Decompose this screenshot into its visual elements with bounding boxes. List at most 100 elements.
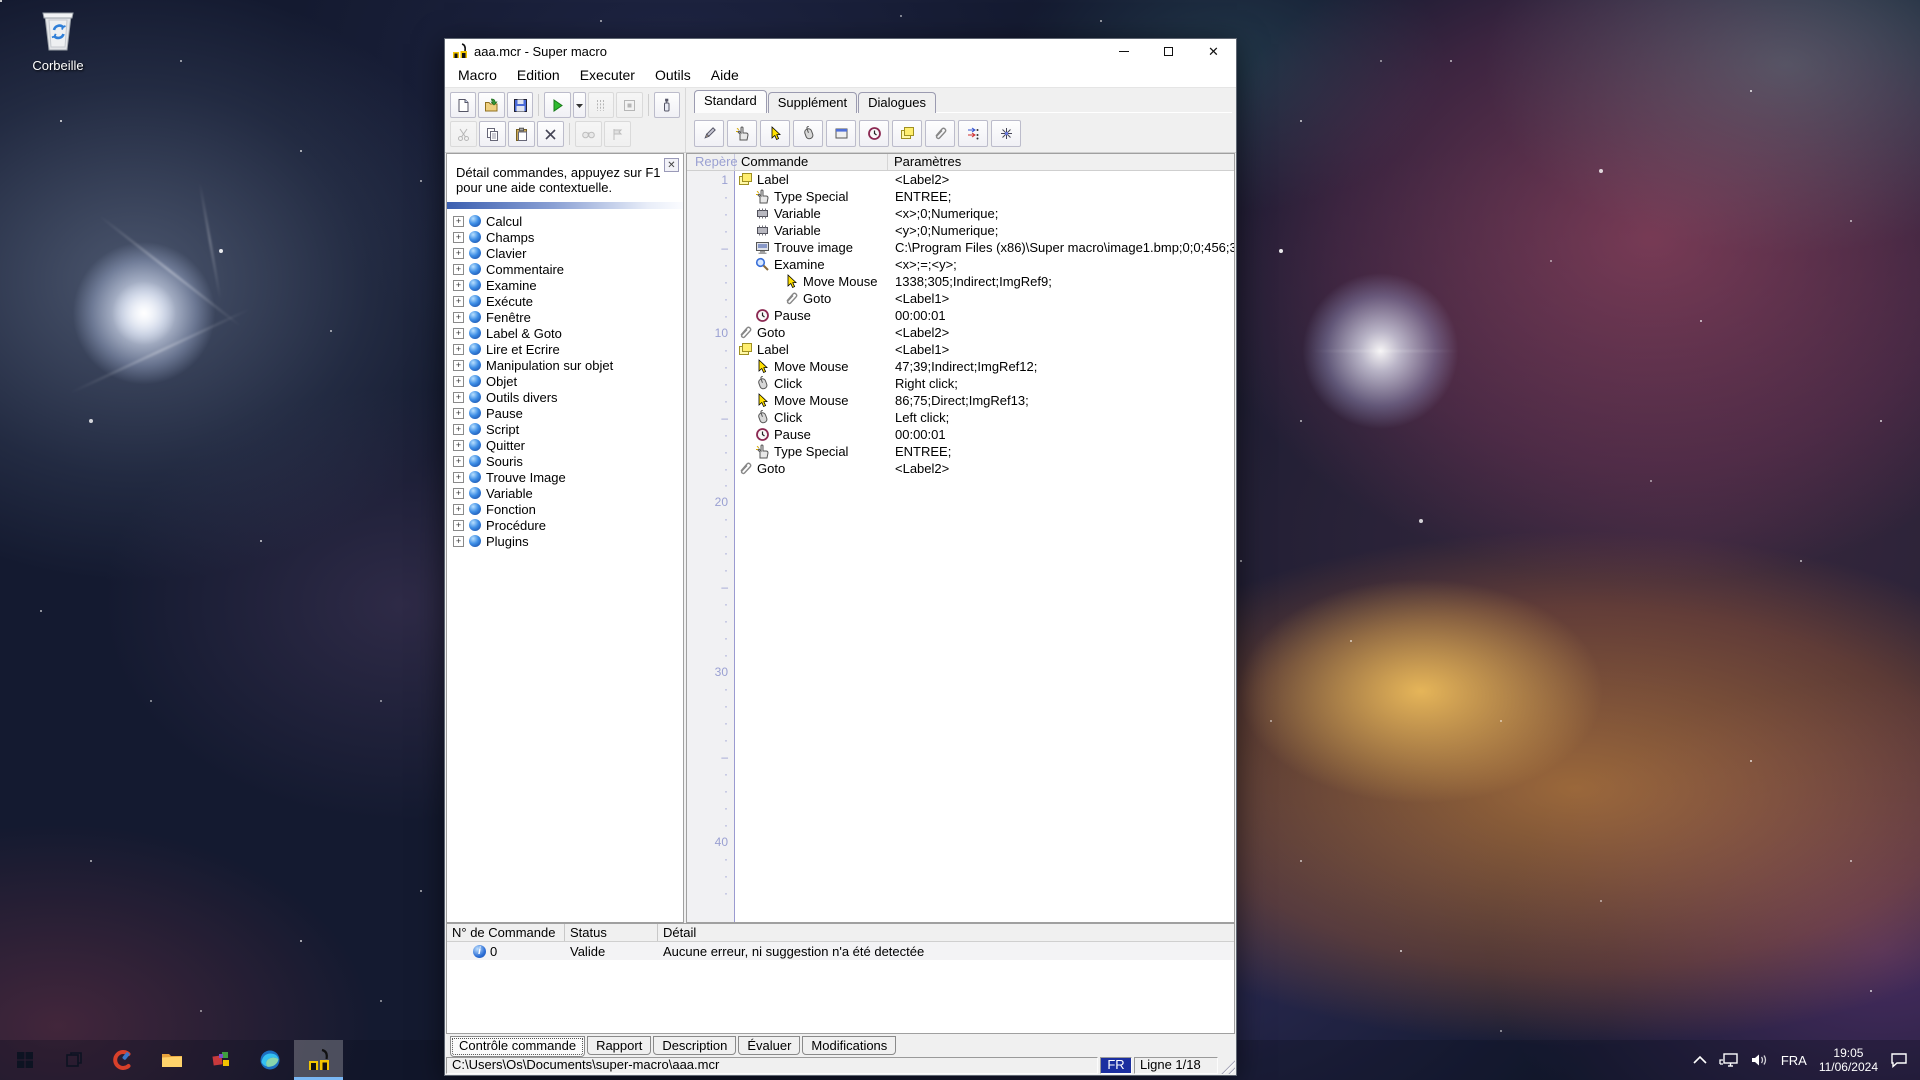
tree-item[interactable]: + Script (447, 421, 683, 437)
tree-item[interactable]: + Objet (447, 373, 683, 389)
column-header-commande[interactable]: Commande (735, 154, 888, 170)
column-header-num-commande[interactable]: N° de Commande (447, 924, 565, 941)
close-button[interactable]: ✕ (1191, 39, 1236, 63)
resize-grip[interactable] (1220, 1057, 1235, 1074)
volume-icon[interactable] (1751, 1053, 1769, 1067)
variable-tool-button[interactable] (958, 120, 988, 147)
label-tool-button[interactable] (892, 120, 922, 147)
tree-item[interactable]: + Examine (447, 277, 683, 293)
new-file-button[interactable] (450, 92, 476, 118)
tree-item[interactable]: + Procédure (447, 517, 683, 533)
pencil-tool-button[interactable] (694, 120, 724, 147)
tree-item[interactable]: + Clavier (447, 245, 683, 261)
tree-item[interactable]: + Variable (447, 485, 683, 501)
expand-icon[interactable]: + (453, 536, 464, 547)
expand-icon[interactable]: + (453, 504, 464, 515)
minimize-button[interactable] (1101, 39, 1146, 63)
expand-icon[interactable]: + (453, 312, 464, 323)
flag-button[interactable] (604, 121, 631, 147)
network-icon[interactable] (1719, 1052, 1739, 1068)
clock[interactable]: 19:05 11/06/2024 (1819, 1046, 1878, 1074)
menu-item[interactable]: Macro (448, 64, 507, 86)
start-button[interactable] (0, 1040, 49, 1080)
cut-button[interactable] (450, 121, 477, 147)
tree-item[interactable]: + Outils divers (447, 389, 683, 405)
command-row[interactable]: – (687, 409, 1234, 426)
tree-item[interactable]: + Exécute (447, 293, 683, 309)
expand-icon[interactable]: + (453, 472, 464, 483)
tree-item[interactable]: + Commentaire (447, 261, 683, 277)
paste-button[interactable] (508, 121, 535, 147)
tree-item[interactable]: + Pause (447, 405, 683, 421)
command-row[interactable]: 10 (687, 324, 1234, 341)
toolbar-tab[interactable]: Standard (694, 90, 767, 113)
blocks-app-button[interactable] (196, 1040, 245, 1080)
ccleaner-button[interactable] (98, 1040, 147, 1080)
column-header-detail[interactable]: Détail (658, 924, 1234, 941)
menu-item[interactable]: Edition (507, 64, 570, 86)
expand-icon[interactable]: + (453, 376, 464, 387)
tree-item[interactable]: + Manipulation sur objet (447, 357, 683, 373)
command-row[interactable]: – (687, 239, 1234, 256)
command-row[interactable]: · (687, 205, 1234, 222)
delete-button[interactable] (537, 121, 564, 147)
examine-tool-button[interactable] (991, 120, 1021, 147)
move-mouse-tool-button[interactable] (760, 120, 790, 147)
column-header-repere[interactable]: Repère (687, 154, 735, 170)
step-button[interactable] (588, 92, 614, 118)
menu-item[interactable]: Outils (645, 64, 701, 86)
expand-icon[interactable]: + (453, 232, 464, 243)
bottom-tab[interactable]: Description (653, 1036, 736, 1055)
expand-icon[interactable]: + (453, 488, 464, 499)
expand-icon[interactable]: + (453, 392, 464, 403)
command-row[interactable]: · (687, 358, 1234, 375)
control-result-row[interactable]: i0 Valide Aucune erreur, ni suggestion n… (447, 942, 1234, 960)
title-bar[interactable]: aaa.mcr - Super macro ✕ (445, 39, 1236, 63)
hidden-icons-chevron-icon[interactable] (1693, 1055, 1707, 1065)
command-row[interactable]: · (687, 307, 1234, 324)
command-row[interactable]: · (687, 256, 1234, 273)
tree-item[interactable]: + Plugins (447, 533, 683, 549)
expand-icon[interactable]: + (453, 456, 464, 467)
expand-icon[interactable]: + (453, 360, 464, 371)
command-row[interactable]: · (687, 426, 1234, 443)
toolbar-tab[interactable]: Dialogues (858, 92, 936, 113)
recycle-bin[interactable]: Corbeille (22, 8, 94, 73)
super-macro-taskbar-button[interactable] (294, 1040, 343, 1080)
file-explorer-button[interactable] (147, 1040, 196, 1080)
tree-item[interactable]: + Calcul (447, 213, 683, 229)
run-button[interactable] (544, 92, 570, 118)
expand-icon[interactable]: + (453, 408, 464, 419)
tree-item[interactable]: + Fenêtre (447, 309, 683, 325)
command-row[interactable]: · (687, 222, 1234, 239)
window-tool-button[interactable] (826, 120, 856, 147)
command-row[interactable]: · (687, 290, 1234, 307)
expand-icon[interactable]: + (453, 328, 464, 339)
menu-item[interactable]: Executer (570, 64, 645, 86)
tree-item[interactable]: + Champs (447, 229, 683, 245)
command-row[interactable]: · (687, 188, 1234, 205)
tree-item[interactable]: + Lire et Ecrire (447, 341, 683, 357)
expand-icon[interactable]: + (453, 344, 464, 355)
column-header-parametres[interactable]: Paramètres (888, 154, 1234, 170)
expand-icon[interactable]: + (453, 424, 464, 435)
open-file-button[interactable] (478, 92, 504, 118)
command-row[interactable]: · (687, 443, 1234, 460)
save-button[interactable] (507, 92, 533, 118)
copy-button[interactable] (479, 121, 506, 147)
keyboard-language[interactable]: FRA (1781, 1053, 1807, 1068)
expand-icon[interactable]: + (453, 264, 464, 275)
goto-tool-button[interactable] (925, 120, 955, 147)
tree-item[interactable]: + Fonction (447, 501, 683, 517)
type-special-tool-button[interactable] (727, 120, 757, 147)
menu-item[interactable]: Aide (701, 64, 749, 86)
command-row[interactable]: 1 (687, 171, 1234, 188)
expand-icon[interactable]: + (453, 296, 464, 307)
tree-item[interactable]: + Label & Goto (447, 325, 683, 341)
tree-item[interactable]: + Souris (447, 453, 683, 469)
bottom-tab[interactable]: Modifications (802, 1036, 896, 1055)
run-options-button[interactable] (573, 92, 586, 118)
maximize-button[interactable] (1146, 39, 1191, 63)
send-key-button[interactable] (654, 92, 680, 118)
expand-icon[interactable]: + (453, 280, 464, 291)
